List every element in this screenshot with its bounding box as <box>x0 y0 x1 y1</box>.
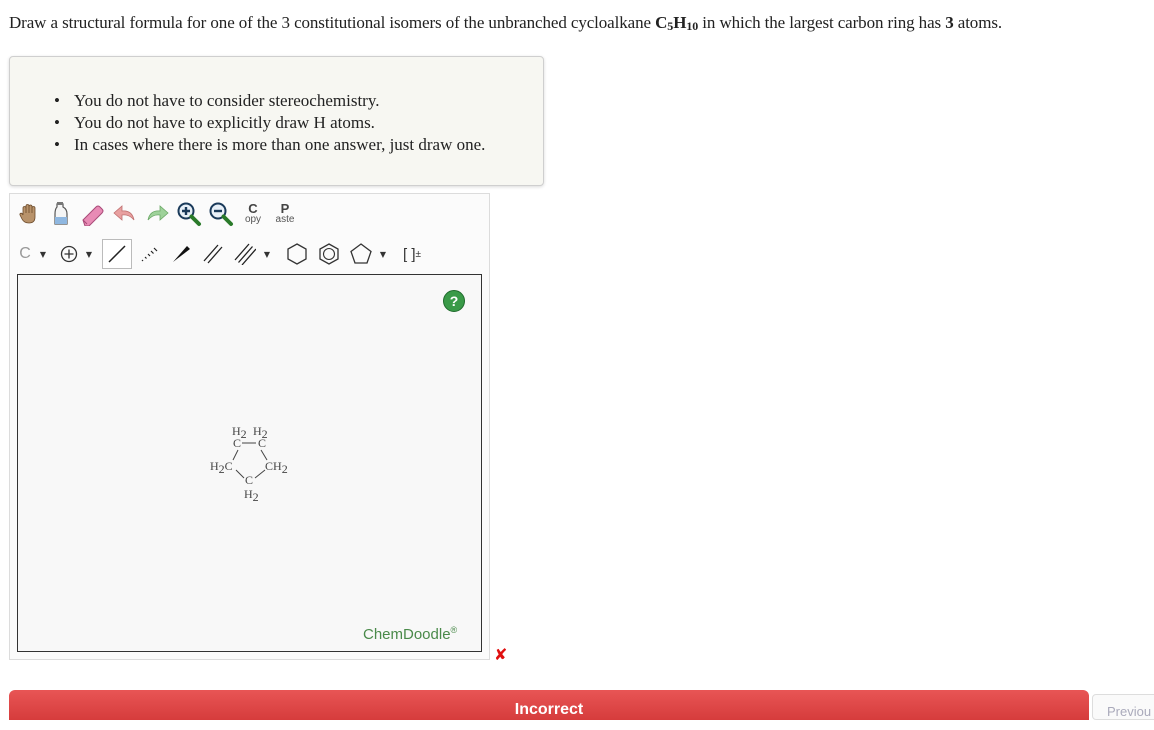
zoom-out-button[interactable] <box>206 199 236 229</box>
wedge-bond-button[interactable] <box>166 239 196 269</box>
hand-tool-button[interactable] <box>14 199 44 229</box>
atom-label: H2C <box>210 459 233 476</box>
atom-label: C <box>233 436 241 450</box>
bond-dropdown-arrow[interactable]: ▼ <box>262 239 272 269</box>
eraser-icon <box>82 205 104 226</box>
question-middle: in which the largest carbon ring has <box>698 13 946 32</box>
zoom-in-button[interactable] <box>174 199 204 229</box>
atom-label: CH2 <box>265 459 288 476</box>
clear-tool-button[interactable] <box>46 199 76 229</box>
help-button[interactable]: ? <box>443 290 465 312</box>
hint-item: You do not have to explicitly draw H ato… <box>54 112 485 134</box>
question-suffix: atoms. <box>953 13 1003 32</box>
copy-button[interactable]: C opy <box>238 199 268 229</box>
element-dropdown-arrow[interactable]: ▼ <box>38 239 48 269</box>
bottle-icon <box>54 202 68 225</box>
wedge-bond-icon <box>173 246 190 262</box>
hint-item: You do not have to consider stereochemis… <box>54 90 485 112</box>
chemdoodle-brand: ChemDoodle® <box>363 625 458 643</box>
hexagon-icon <box>287 243 307 265</box>
ring-dropdown-arrow[interactable]: ▼ <box>378 239 388 269</box>
charge-button[interactable] <box>56 239 82 269</box>
result-banner: Incorrect <box>9 690 1089 720</box>
atom-label: H2 <box>244 487 259 504</box>
zoom-out-icon <box>209 202 233 226</box>
hand-icon <box>19 204 36 224</box>
cyclopentane-molecule[interactable]: H2 H2 C C H2C CH2 C H2 <box>198 423 308 508</box>
undo-icon <box>113 205 135 221</box>
question-prefix: Draw a structural formula for one of the… <box>9 13 656 32</box>
benzene-button[interactable] <box>314 239 344 269</box>
triple-bond-icon <box>234 243 256 265</box>
undo-button[interactable] <box>110 199 140 229</box>
pentagon-icon <box>350 243 372 264</box>
paste-button[interactable]: P aste <box>270 199 300 229</box>
double-bond-icon <box>203 244 223 264</box>
incorrect-mark-icon: ✘ <box>494 645 508 664</box>
hashed-bond-button[interactable] <box>134 239 164 269</box>
previous-button[interactable]: Previou <box>1092 694 1154 720</box>
hint-item: In cases where there is more than one an… <box>54 134 485 156</box>
bracket-charge-button[interactable]: [ ] ± <box>394 239 430 269</box>
hint-box: You do not have to consider stereochemis… <box>9 56 544 186</box>
triple-bond-button[interactable] <box>230 239 260 269</box>
atom-label: C <box>245 473 253 487</box>
hashed-bond-icon <box>141 247 158 262</box>
redo-icon <box>147 205 169 221</box>
molecular-formula: C5H10 <box>655 13 699 33</box>
eraser-tool-button[interactable] <box>78 199 108 229</box>
single-bond-icon <box>108 245 126 263</box>
question-text: Draw a structural formula for one of the… <box>9 13 1002 33</box>
double-bond-button[interactable] <box>198 239 228 269</box>
single-bond-button[interactable] <box>102 239 132 269</box>
redo-button[interactable] <box>142 199 172 229</box>
cyclopentane-button[interactable] <box>346 239 376 269</box>
cyclohexane-button[interactable] <box>282 239 312 269</box>
drawing-canvas[interactable]: ? H2 H2 C C H2C CH2 C H2 ChemDoodle® <box>17 274 482 652</box>
toolbar-row-draw: C ▼ ▼ ▼ ▼ [] ± <box>14 236 432 272</box>
zoom-in-icon <box>177 202 201 226</box>
atom-label: C <box>258 436 266 450</box>
ring-size: 3 <box>945 13 954 32</box>
element-button[interactable]: C <box>14 239 36 269</box>
benzene-icon <box>319 243 339 265</box>
charge-dropdown-arrow[interactable]: ▼ <box>84 239 94 269</box>
hint-list: You do not have to consider stereochemis… <box>54 90 485 156</box>
toolbar-row-main: C opy P aste <box>14 196 302 232</box>
charge-plus-icon <box>60 245 78 263</box>
